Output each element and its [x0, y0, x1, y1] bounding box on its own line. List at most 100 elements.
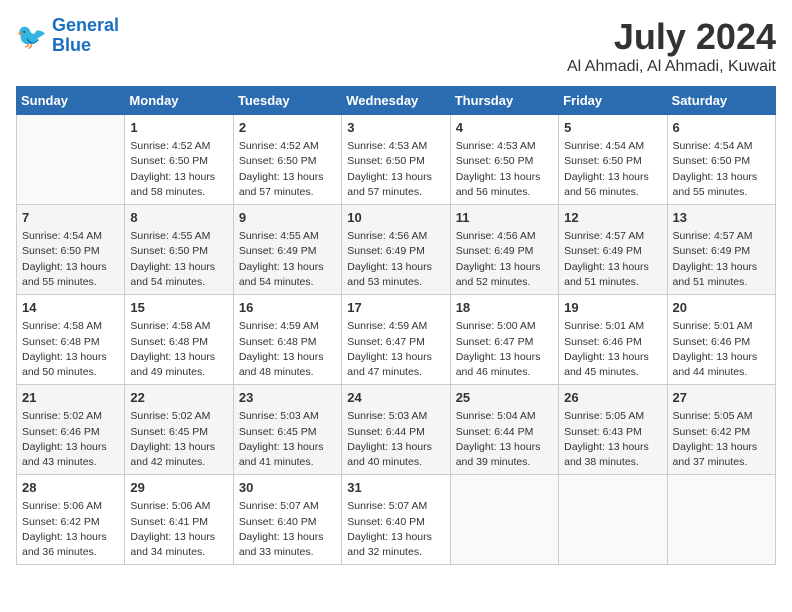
- calendar-day-cell: 5 Sunrise: 4:54 AM Sunset: 6:50 PM Daylig…: [559, 115, 667, 205]
- day-info: Sunrise: 4:54 AM Sunset: 6:50 PM Dayligh…: [22, 229, 119, 290]
- day-number: 26: [564, 389, 661, 407]
- calendar-day-cell: 29 Sunrise: 5:06 AM Sunset: 6:41 PM Dayli…: [125, 475, 233, 565]
- calendar-day-cell: [667, 475, 775, 565]
- weekday-header: Thursday: [450, 87, 558, 115]
- day-number: 9: [239, 209, 336, 227]
- calendar-body: 1 Sunrise: 4:52 AM Sunset: 6:50 PM Daylig…: [17, 115, 776, 565]
- day-info: Sunrise: 4:59 AM Sunset: 6:47 PM Dayligh…: [347, 319, 444, 380]
- day-number: 30: [239, 479, 336, 497]
- calendar-day-cell: 1 Sunrise: 4:52 AM Sunset: 6:50 PM Daylig…: [125, 115, 233, 205]
- day-info: Sunrise: 5:02 AM Sunset: 6:46 PM Dayligh…: [22, 409, 119, 470]
- calendar-day-cell: 11Sunrise: 4:56 AM Sunset: 6:49 PM Dayli…: [450, 205, 558, 295]
- day-number: 22: [130, 389, 227, 407]
- calendar-week-row: 7 Sunrise: 4:54 AM Sunset: 6:50 PM Daylig…: [17, 205, 776, 295]
- day-info: Sunrise: 5:01 AM Sunset: 6:46 PM Dayligh…: [564, 319, 661, 380]
- day-info: Sunrise: 5:06 AM Sunset: 6:41 PM Dayligh…: [130, 499, 227, 560]
- calendar-day-cell: [450, 475, 558, 565]
- day-info: Sunrise: 5:04 AM Sunset: 6:44 PM Dayligh…: [456, 409, 553, 470]
- day-number: 3: [347, 119, 444, 137]
- day-number: 10: [347, 209, 444, 227]
- day-number: 13: [673, 209, 770, 227]
- calendar-week-row: 1 Sunrise: 4:52 AM Sunset: 6:50 PM Daylig…: [17, 115, 776, 205]
- day-number: 31: [347, 479, 444, 497]
- day-number: 4: [456, 119, 553, 137]
- day-number: 20: [673, 299, 770, 317]
- calendar-day-cell: [17, 115, 125, 205]
- day-info: Sunrise: 4:55 AM Sunset: 6:49 PM Dayligh…: [239, 229, 336, 290]
- weekday-header: Wednesday: [342, 87, 450, 115]
- calendar-day-cell: 14 Sunrise: 4:58 AM Sunset: 6:48 PM Dayli…: [17, 295, 125, 385]
- day-info: Sunrise: 5:07 AM Sunset: 6:40 PM Dayligh…: [239, 499, 336, 560]
- day-info: Sunrise: 5:02 AM Sunset: 6:45 PM Dayligh…: [130, 409, 227, 470]
- day-number: 25: [456, 389, 553, 407]
- calendar-day-cell: 2Sunrise: 4:52 AM Sunset: 6:50 PM Daylig…: [233, 115, 341, 205]
- calendar-day-cell: 3 Sunrise: 4:53 AM Sunset: 6:50 PM Daylig…: [342, 115, 450, 205]
- day-number: 24: [347, 389, 444, 407]
- month-title: July 2024: [567, 16, 776, 58]
- calendar-week-row: 21 Sunrise: 5:02 AM Sunset: 6:46 PM Dayli…: [17, 385, 776, 475]
- day-info: Sunrise: 5:05 AM Sunset: 6:43 PM Dayligh…: [564, 409, 661, 470]
- calendar-day-cell: 20 Sunrise: 5:01 AM Sunset: 6:46 PM Dayli…: [667, 295, 775, 385]
- weekday-header: Tuesday: [233, 87, 341, 115]
- calendar-day-cell: 10Sunrise: 4:56 AM Sunset: 6:49 PM Dayli…: [342, 205, 450, 295]
- calendar-day-cell: 19 Sunrise: 5:01 AM Sunset: 6:46 PM Dayli…: [559, 295, 667, 385]
- day-number: 23: [239, 389, 336, 407]
- day-number: 28: [22, 479, 119, 497]
- day-number: 21: [22, 389, 119, 407]
- day-number: 17: [347, 299, 444, 317]
- page-header: 🐦 GeneralBlue July 2024 Al Ahmadi, Al Ah…: [16, 16, 776, 76]
- day-number: 27: [673, 389, 770, 407]
- calendar-day-cell: 6 Sunrise: 4:54 AM Sunset: 6:50 PM Daylig…: [667, 115, 775, 205]
- calendar-day-cell: 23 Sunrise: 5:03 AM Sunset: 6:45 PM Dayli…: [233, 385, 341, 475]
- calendar-day-cell: 21 Sunrise: 5:02 AM Sunset: 6:46 PM Dayli…: [17, 385, 125, 475]
- calendar-day-cell: 26 Sunrise: 5:05 AM Sunset: 6:43 PM Dayli…: [559, 385, 667, 475]
- logo-text: GeneralBlue: [52, 16, 119, 56]
- day-info: Sunrise: 5:03 AM Sunset: 6:45 PM Dayligh…: [239, 409, 336, 470]
- calendar-day-cell: [559, 475, 667, 565]
- day-info: Sunrise: 4:58 AM Sunset: 6:48 PM Dayligh…: [22, 319, 119, 380]
- day-number: 1: [130, 119, 227, 137]
- day-number: 14: [22, 299, 119, 317]
- day-number: 6: [673, 119, 770, 137]
- calendar-week-row: 14 Sunrise: 4:58 AM Sunset: 6:48 PM Dayli…: [17, 295, 776, 385]
- day-info: Sunrise: 4:57 AM Sunset: 6:49 PM Dayligh…: [564, 229, 661, 290]
- day-number: 2: [239, 119, 336, 137]
- day-info: Sunrise: 5:01 AM Sunset: 6:46 PM Dayligh…: [673, 319, 770, 380]
- day-info: Sunrise: 4:59 AM Sunset: 6:48 PM Dayligh…: [239, 319, 336, 380]
- calendar-day-cell: 15Sunrise: 4:58 AM Sunset: 6:48 PM Dayli…: [125, 295, 233, 385]
- weekday-header: Sunday: [17, 87, 125, 115]
- day-info: Sunrise: 4:54 AM Sunset: 6:50 PM Dayligh…: [673, 139, 770, 200]
- calendar-day-cell: 18Sunrise: 5:00 AM Sunset: 6:47 PM Dayli…: [450, 295, 558, 385]
- calendar-week-row: 28Sunrise: 5:06 AM Sunset: 6:42 PM Dayli…: [17, 475, 776, 565]
- day-number: 8: [130, 209, 227, 227]
- day-number: 19: [564, 299, 661, 317]
- day-info: Sunrise: 4:53 AM Sunset: 6:50 PM Dayligh…: [456, 139, 553, 200]
- weekday-header: Friday: [559, 87, 667, 115]
- calendar-table: SundayMondayTuesdayWednesdayThursdayFrid…: [16, 86, 776, 565]
- day-info: Sunrise: 5:07 AM Sunset: 6:40 PM Dayligh…: [347, 499, 444, 560]
- calendar-day-cell: 13 Sunrise: 4:57 AM Sunset: 6:49 PM Dayli…: [667, 205, 775, 295]
- day-info: Sunrise: 4:57 AM Sunset: 6:49 PM Dayligh…: [673, 229, 770, 290]
- day-number: 5: [564, 119, 661, 137]
- day-number: 29: [130, 479, 227, 497]
- day-info: Sunrise: 4:52 AM Sunset: 6:50 PM Dayligh…: [130, 139, 227, 200]
- day-info: Sunrise: 4:53 AM Sunset: 6:50 PM Dayligh…: [347, 139, 444, 200]
- calendar-day-cell: 4 Sunrise: 4:53 AM Sunset: 6:50 PM Daylig…: [450, 115, 558, 205]
- day-number: 12: [564, 209, 661, 227]
- day-number: 15: [130, 299, 227, 317]
- calendar-day-cell: 31 Sunrise: 5:07 AM Sunset: 6:40 PM Dayli…: [342, 475, 450, 565]
- logo: 🐦 GeneralBlue: [16, 16, 119, 56]
- day-info: Sunrise: 4:55 AM Sunset: 6:50 PM Dayligh…: [130, 229, 227, 290]
- day-info: Sunrise: 5:03 AM Sunset: 6:44 PM Dayligh…: [347, 409, 444, 470]
- day-number: 11: [456, 209, 553, 227]
- day-info: Sunrise: 4:54 AM Sunset: 6:50 PM Dayligh…: [564, 139, 661, 200]
- calendar-day-cell: 12 Sunrise: 4:57 AM Sunset: 6:49 PM Dayli…: [559, 205, 667, 295]
- day-number: 18: [456, 299, 553, 317]
- calendar-day-cell: 25 Sunrise: 5:04 AM Sunset: 6:44 PM Dayli…: [450, 385, 558, 475]
- day-number: 7: [22, 209, 119, 227]
- calendar-day-cell: 9 Sunrise: 4:55 AM Sunset: 6:49 PM Daylig…: [233, 205, 341, 295]
- calendar-day-cell: 27Sunrise: 5:05 AM Sunset: 6:42 PM Dayli…: [667, 385, 775, 475]
- title-block: July 2024 Al Ahmadi, Al Ahmadi, Kuwait: [567, 16, 776, 76]
- svg-text:🐦: 🐦: [16, 23, 47, 51]
- weekday-header: Saturday: [667, 87, 775, 115]
